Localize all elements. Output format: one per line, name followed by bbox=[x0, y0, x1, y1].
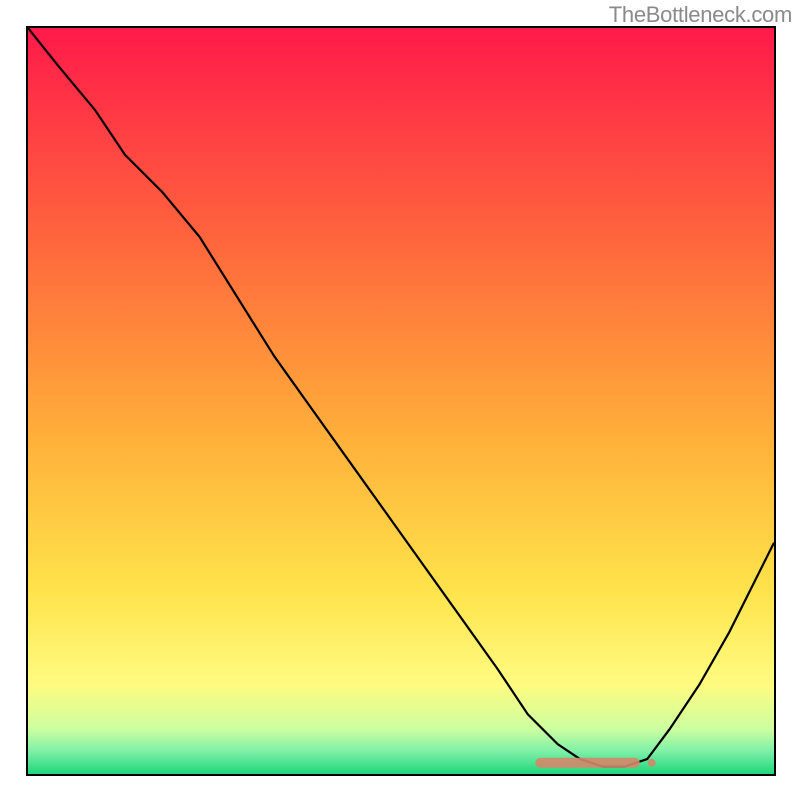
optimal-range-marker bbox=[535, 758, 655, 768]
chart-plot-area bbox=[26, 26, 776, 776]
chart-svg bbox=[28, 28, 774, 774]
watermark-text: TheBottleneck.com bbox=[609, 2, 792, 28]
gradient-background bbox=[28, 28, 774, 774]
